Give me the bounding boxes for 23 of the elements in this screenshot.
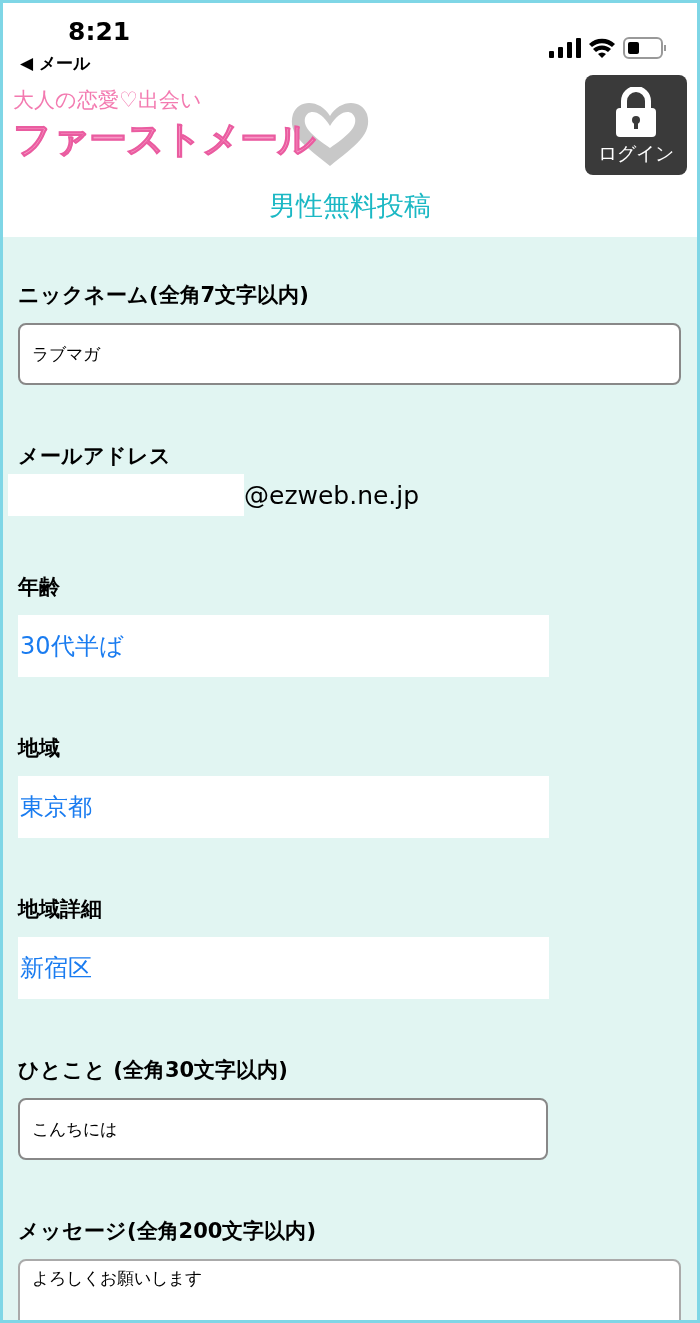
field-label: ひとこと (全角30文字以内): [18, 1057, 289, 1084]
field-label: メールアドレス: [18, 443, 172, 470]
field-label: 年齢: [18, 574, 61, 601]
field-label: メッセージ(全角200文字以内): [18, 1218, 318, 1245]
message-field[interactable]: よろしくお願いします: [18, 1259, 681, 1320]
select-field[interactable]: 30代半ば: [18, 615, 549, 677]
back-link[interactable]: ◀ メール: [20, 52, 131, 75]
lock-icon: [614, 87, 658, 137]
text-field[interactable]: ラブマガ: [18, 323, 681, 385]
field-label: 地域: [18, 735, 61, 762]
select-field[interactable]: 東京都: [18, 776, 549, 838]
status-time: 8:21: [68, 17, 131, 46]
field-label: ニックネーム(全角7文字以内): [18, 282, 310, 309]
signal-icon: [549, 38, 581, 58]
page-title: 男性無料投稿: [3, 175, 697, 237]
battery-icon: [623, 37, 667, 59]
select-field[interactable]: 新宿区: [18, 937, 549, 999]
login-button[interactable]: ログイン: [585, 75, 687, 175]
text-field[interactable]: こんちには: [18, 1098, 548, 1160]
email-field[interactable]: [8, 474, 244, 516]
field-label: 地域詳細: [18, 896, 103, 923]
wifi-icon: [589, 38, 615, 58]
email-domain: @ezweb.ne.jp: [244, 480, 420, 510]
